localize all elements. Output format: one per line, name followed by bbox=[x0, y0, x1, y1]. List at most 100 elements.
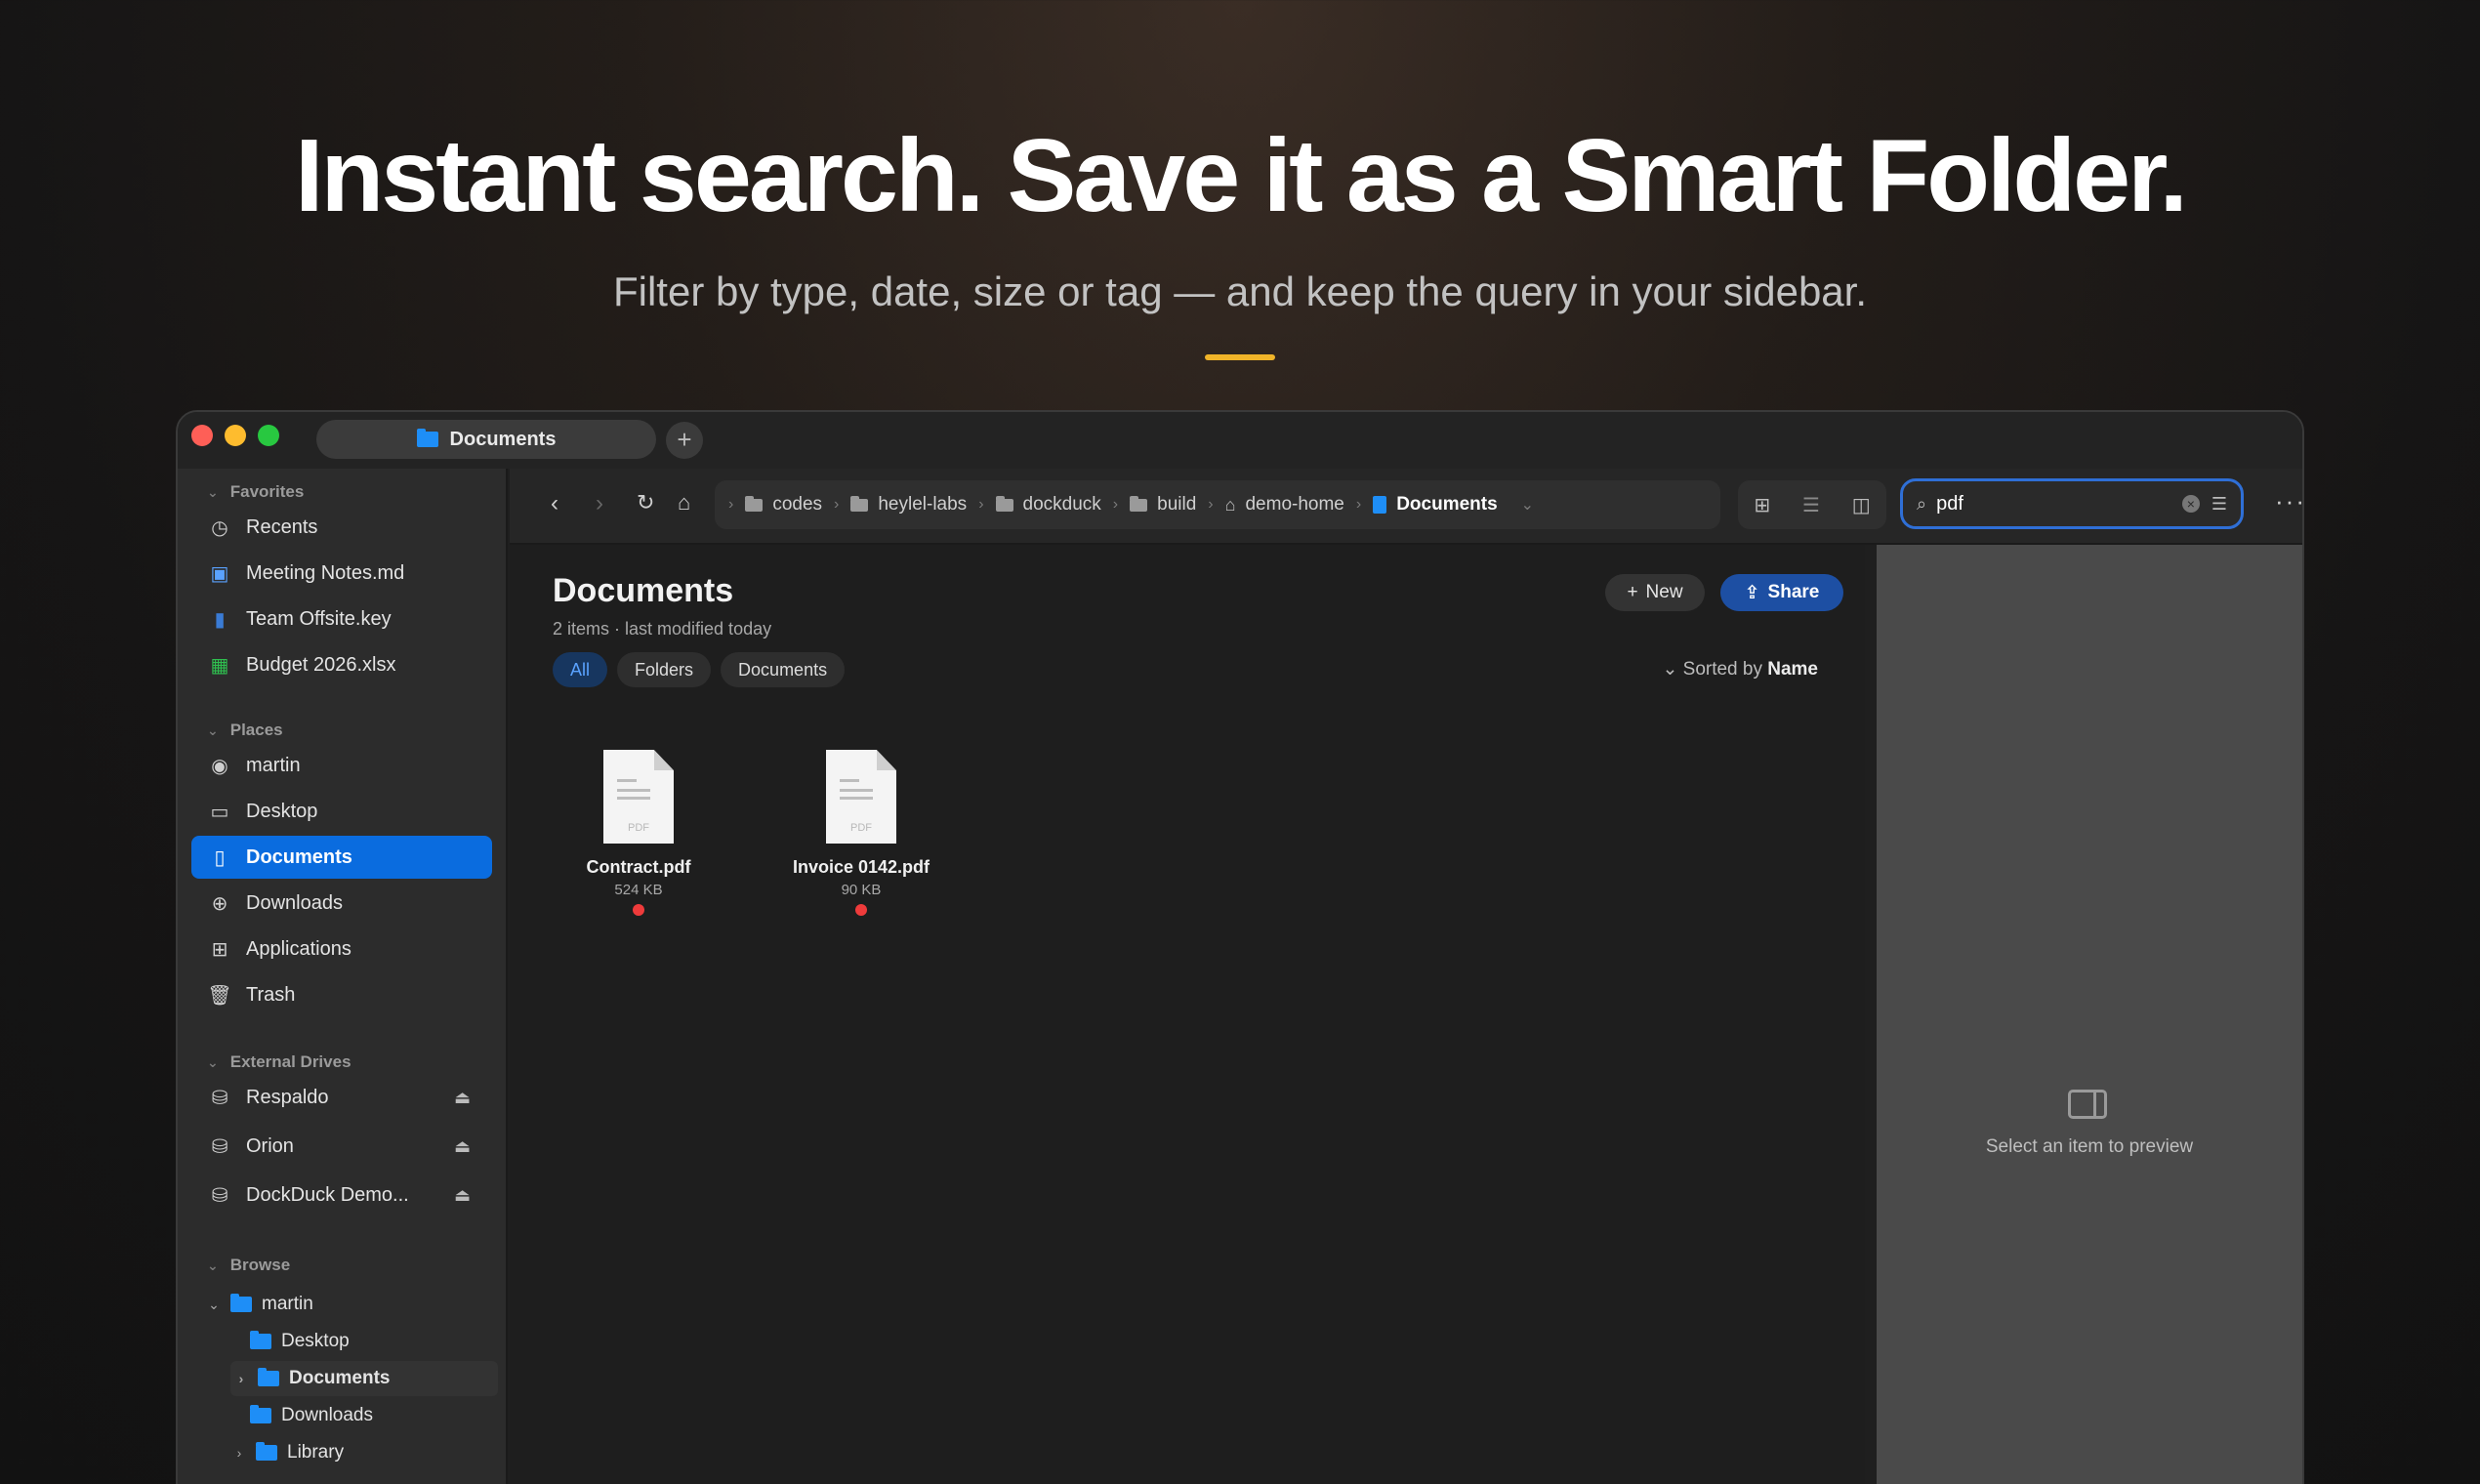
forward-button[interactable]: › bbox=[596, 490, 603, 517]
tree-item-martin[interactable]: ⌄ martin bbox=[205, 1287, 313, 1322]
sidebar-item-downloads[interactable]: ⊕ Downloads bbox=[191, 882, 492, 925]
preview-empty-text: Select an item to preview bbox=[1985, 1136, 2194, 1157]
download-icon: ⊕ bbox=[211, 892, 228, 915]
share-icon: ⇪ bbox=[1744, 582, 1760, 603]
hero-accent-bar bbox=[1205, 354, 1275, 360]
grid-view-icon[interactable]: ⊞ bbox=[1754, 493, 1770, 517]
user-icon: ◉ bbox=[211, 755, 228, 777]
chevron-down-icon: ⌄ bbox=[1662, 659, 1678, 680]
filter-chip-all[interactable]: All bbox=[553, 652, 608, 687]
chevron-down-icon: ⌄ bbox=[207, 1054, 219, 1070]
search-input[interactable]: ⌕ pdf × ☰ bbox=[1900, 478, 2244, 529]
chevron-down-icon[interactable]: ⌄ bbox=[1521, 495, 1534, 515]
sidebar-item-team-offsite[interactable]: ▮ Team Offsite.key bbox=[191, 598, 492, 640]
file-size: 90 KB bbox=[841, 882, 882, 898]
chevron-right-icon: › bbox=[728, 496, 734, 513]
document-icon: ▯ bbox=[214, 846, 226, 869]
chevron-down-icon: ⌄ bbox=[207, 722, 219, 738]
folder-icon bbox=[256, 1442, 277, 1461]
chevron-down-icon: ⌄ bbox=[207, 484, 219, 500]
grid-icon: ⊞ bbox=[211, 938, 228, 961]
close-window-button[interactable] bbox=[191, 425, 213, 446]
eject-icon[interactable]: ⏏ bbox=[454, 1136, 471, 1157]
search-value[interactable]: pdf bbox=[1936, 493, 2182, 515]
folder-summary: 2 items · last modified today bbox=[553, 619, 772, 639]
eject-icon[interactable]: ⏏ bbox=[454, 1185, 471, 1206]
drive-icon: ⛁ bbox=[211, 1087, 228, 1109]
sidebar-item-documents[interactable]: ▯ Documents bbox=[191, 836, 492, 879]
breadcrumb-item[interactable]: build bbox=[1130, 494, 1196, 515]
sidebar-item-dockduck-demo[interactable]: ⛁ DockDuck Demo... ⏏ bbox=[191, 1174, 492, 1216]
markdown-file-icon: ▣ bbox=[210, 562, 229, 585]
pdf-file-icon: PDF bbox=[603, 750, 674, 844]
breadcrumb-item[interactable]: codes bbox=[745, 494, 822, 515]
sidebar-item-applications[interactable]: ⊞ Applications bbox=[191, 928, 492, 970]
chevron-right-icon: › bbox=[834, 496, 840, 513]
finder-window: Documents + ⌄ Favorites ◷ Recents ▣ Meeting… bbox=[176, 410, 2304, 1484]
folder-icon bbox=[250, 1331, 271, 1349]
new-tab-button[interactable]: + bbox=[666, 422, 703, 459]
document-icon bbox=[1373, 496, 1387, 514]
list-view-icon[interactable]: ☰ bbox=[1802, 493, 1820, 517]
folder-icon bbox=[745, 495, 764, 512]
more-options-icon[interactable]: ··· bbox=[2275, 486, 2302, 516]
breadcrumb-item[interactable]: dockduck bbox=[995, 494, 1101, 515]
column-view-icon[interactable]: ◫ bbox=[1852, 493, 1871, 517]
tree-item-desktop[interactable]: Desktop bbox=[250, 1324, 350, 1359]
sidebar-section-browse[interactable]: ⌄ Browse bbox=[207, 1256, 290, 1275]
chevron-right-icon: › bbox=[978, 496, 984, 513]
sidebar-item-respaldo[interactable]: ⛁ Respaldo ⏏ bbox=[191, 1076, 492, 1119]
share-button[interactable]: ⇪ Share bbox=[1720, 574, 1843, 611]
tab-documents[interactable]: Documents bbox=[316, 420, 656, 459]
folder-title: Documents bbox=[553, 572, 734, 609]
sidebar-item-meeting-notes[interactable]: ▣ Meeting Notes.md bbox=[191, 552, 492, 595]
sidebar-item-martin[interactable]: ◉ martin bbox=[191, 744, 492, 787]
folder-icon bbox=[250, 1405, 271, 1423]
filter-icon[interactable]: ☰ bbox=[2211, 494, 2227, 515]
sidebar-section-favorites[interactable]: ⌄ Favorites bbox=[207, 482, 304, 502]
sidebar-item-orion[interactable]: ⛁ Orion ⏏ bbox=[191, 1125, 492, 1168]
sidebar-item-desktop[interactable]: ▭ Desktop bbox=[191, 790, 492, 833]
sidebar-item-recents[interactable]: ◷ Recents bbox=[191, 506, 492, 549]
chevron-right-icon: › bbox=[1112, 496, 1119, 513]
refresh-icon[interactable]: ↻ bbox=[637, 490, 654, 515]
filter-chips: All Folders Documents bbox=[553, 652, 846, 687]
file-name: Contract.pdf bbox=[586, 857, 691, 877]
back-button[interactable]: ‹ bbox=[551, 490, 558, 517]
folder-icon bbox=[230, 1294, 252, 1312]
spreadsheet-file-icon: ▦ bbox=[210, 654, 229, 677]
breadcrumb-item[interactable]: heylel-labs bbox=[850, 494, 967, 515]
zoom-window-button[interactable] bbox=[258, 425, 279, 446]
file-item[interactable]: PDF Contract.pdf 524 KB bbox=[551, 750, 726, 916]
home-icon: ⌂ bbox=[1224, 494, 1236, 515]
clear-search-icon[interactable]: × bbox=[2181, 495, 2200, 513]
eject-icon[interactable]: ⏏ bbox=[454, 1088, 471, 1108]
new-button[interactable]: + New bbox=[1605, 574, 1705, 611]
file-item[interactable]: PDF Invoice 0142.pdf 90 KB bbox=[773, 750, 949, 916]
sidebar-section-places[interactable]: ⌄ Places bbox=[207, 721, 283, 740]
drive-icon: ⛁ bbox=[211, 1135, 228, 1158]
sidebar: ⌄ Favorites ◷ Recents ▣ Meeting Notes.md ▮ T… bbox=[178, 469, 508, 1484]
file-browser-pane: Documents 2 items · last modified today … bbox=[510, 545, 1865, 1484]
breadcrumb-item[interactable]: ⌂ demo-home bbox=[1225, 494, 1344, 515]
red-tag-dot bbox=[855, 904, 867, 916]
sort-control[interactable]: ⌄ Sorted by Name bbox=[1662, 658, 1818, 680]
sidebar-section-external-drives[interactable]: ⌄ External Drives bbox=[207, 1052, 351, 1072]
view-mode-group: ⊞ ☰ ◫ bbox=[1738, 480, 1886, 529]
breadcrumb-current[interactable]: Documents bbox=[1373, 494, 1498, 515]
pdf-file-icon: PDF bbox=[826, 750, 896, 844]
tree-item-documents[interactable]: › Documents bbox=[230, 1361, 498, 1396]
tree-item-library[interactable]: › Library bbox=[230, 1435, 344, 1470]
tree-item-downloads[interactable]: Downloads bbox=[250, 1398, 373, 1433]
desktop-icon: ▭ bbox=[210, 801, 229, 823]
sidebar-item-trash[interactable]: 🗑 Trash bbox=[191, 973, 492, 1016]
minimize-window-button[interactable] bbox=[225, 425, 246, 446]
filter-chip-folders[interactable]: Folders bbox=[617, 652, 712, 687]
home-icon[interactable]: ⌂ bbox=[678, 490, 690, 515]
tab-label: Documents bbox=[449, 428, 557, 450]
chevron-right-icon: › bbox=[1208, 496, 1214, 513]
sidebar-item-budget[interactable]: ▦ Budget 2026.xlsx bbox=[191, 643, 492, 686]
folder-icon bbox=[1130, 495, 1148, 512]
folder-icon bbox=[416, 429, 438, 447]
filter-chip-documents[interactable]: Documents bbox=[721, 652, 846, 687]
